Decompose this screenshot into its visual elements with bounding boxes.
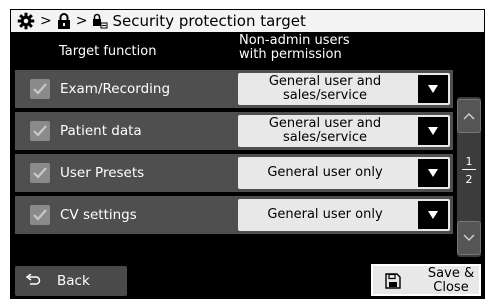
dropdown-arrow-button[interactable] [418,117,448,145]
checkbox-user-presets[interactable] [30,163,50,183]
chevron-down-icon [463,234,475,242]
breadcrumb-separator: > [75,13,88,29]
triangle-down-icon [428,211,438,219]
table-row: CV settings General user only [15,196,453,234]
column-header-target-function: Target function [59,44,157,59]
back-button[interactable]: Back [15,266,127,296]
save-label: Save & [427,266,475,281]
table-header: Target function Non-admin users with per… [11,32,484,68]
close-label: Close [433,280,469,295]
checkbox-cv-settings[interactable] [30,205,50,225]
checkmark-icon [33,83,47,95]
dropdown-arrow-button[interactable] [418,201,448,229]
scroll-down-button[interactable] [457,221,481,255]
dropdown-arrow-button[interactable] [418,159,448,187]
dropdown-value: General user only [267,207,383,222]
footer: Back Save & Close [11,262,484,298]
dropdown-value: General user and [268,116,382,131]
dropdown-value: sales/service [282,130,368,145]
table-row: Exam/Recording General user and sales/se… [15,70,453,108]
row-label: User Presets [60,165,145,181]
triangle-down-icon [428,169,438,177]
security-protection-screen: > > Security protection target Target fu… [10,9,485,299]
checkmark-icon [33,167,47,179]
save-close-button[interactable]: Save & Close [369,262,483,298]
page-title: Security protection target [112,12,306,30]
dropdown-arrow-button[interactable] [418,75,448,103]
checkmark-icon [33,209,47,221]
chevron-up-icon [463,112,475,120]
checkbox-exam-recording[interactable] [30,79,50,99]
breadcrumb-separator: > [40,13,52,29]
lock-icon [57,13,71,29]
permission-dropdown[interactable]: General user only [238,157,450,189]
table-row: User Presets General user only [15,154,453,192]
total-pages: 2 [465,173,473,186]
dropdown-value: General user and [268,74,382,89]
triangle-down-icon [428,127,438,135]
permission-dropdown[interactable]: General user and sales/service [238,73,450,105]
dropdown-value: General user only [267,165,383,180]
back-label: Back [57,273,90,289]
triangle-down-icon [428,85,438,93]
gear-icon [17,12,35,30]
checkbox-patient-data[interactable] [30,121,50,141]
row-label: CV settings [60,207,137,223]
row-label: Exam/Recording [60,81,171,97]
column-header-permission: Non-admin users with permission [239,33,350,62]
scroll-up-button[interactable] [457,99,481,133]
title-bar: > > Security protection target [11,10,484,32]
lock-target-icon [92,13,108,29]
page-divider [462,169,476,170]
checkmark-icon [33,125,47,137]
table-row: Patient data General user and sales/serv… [15,112,453,150]
return-arrow-icon [25,274,41,285]
permission-dropdown[interactable]: General user and sales/service [238,115,450,147]
permission-dropdown[interactable]: General user only [238,199,450,231]
floppy-disk-icon [385,273,401,289]
row-label: Patient data [60,123,142,139]
dropdown-value: sales/service [282,88,368,103]
page-scroller: 1 2 [457,97,481,257]
current-page: 1 [465,155,473,168]
